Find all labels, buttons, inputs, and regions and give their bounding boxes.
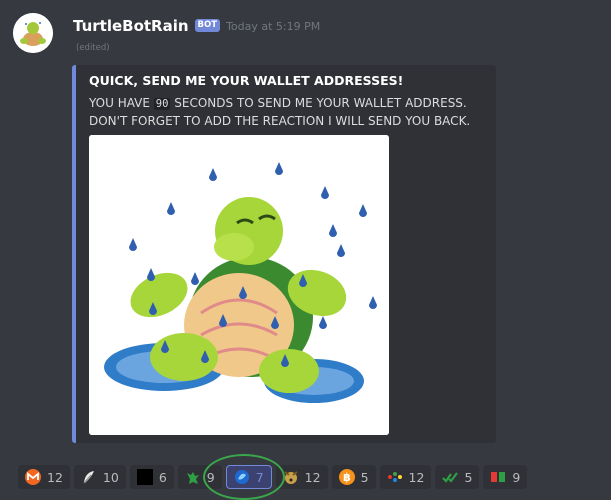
desc-text: YOU HAVE bbox=[89, 96, 154, 110]
reaction-green-creature[interactable]: 9 bbox=[177, 465, 222, 489]
colored-dots-icon bbox=[387, 472, 402, 482]
black-square-icon bbox=[136, 469, 153, 485]
turtle-avatar-icon bbox=[13, 13, 53, 53]
reaction-blue-coin[interactable]: 7 bbox=[225, 465, 272, 489]
green-check-icon bbox=[442, 472, 459, 483]
rain-turtle-icon bbox=[89, 135, 389, 435]
reaction-count: 12 bbox=[304, 469, 321, 485]
embed-image[interactable] bbox=[89, 135, 389, 435]
blue-coin-icon bbox=[234, 470, 249, 484]
avatar[interactable] bbox=[13, 13, 53, 53]
desc-text: DON'T FORGET TO ADD THE REACTION I WILL … bbox=[89, 114, 471, 128]
reaction-monero[interactable]: 12 bbox=[18, 465, 70, 489]
embed-title: QUICK, SEND ME YOUR WALLET ADDRESSES! bbox=[89, 73, 404, 88]
reaction-count: 5 bbox=[360, 469, 369, 485]
reaction-count: 6 bbox=[158, 469, 167, 485]
reaction-count: 12 bbox=[47, 469, 63, 485]
reaction-count: 10 bbox=[102, 469, 119, 485]
bitcoin-icon: ฿ bbox=[338, 469, 355, 485]
reaction-green-check[interactable]: 5 bbox=[435, 465, 480, 489]
feather-icon bbox=[83, 471, 94, 484]
bot-badge: BOT bbox=[194, 18, 221, 32]
reactions-bar: 12 10 6 9 7 12 ฿ 5 12 5 9 bbox=[18, 465, 528, 489]
edited-label: (edited) bbox=[76, 43, 110, 53]
message-header: TurtleBotRain BOT Today at 5:19 PM bbox=[73, 16, 320, 36]
reaction-count: 7 bbox=[255, 469, 264, 485]
reaction-black-square[interactable]: 6 bbox=[129, 465, 174, 489]
author-name[interactable]: TurtleBotRain bbox=[73, 17, 189, 35]
reaction-feather[interactable]: 10 bbox=[73, 465, 126, 489]
reaction-colored-dots[interactable]: 12 bbox=[379, 465, 432, 489]
desc-text: SECONDS TO SEND ME YOUR WALLET ADDRESS. bbox=[170, 96, 467, 110]
reaction-count: 9 bbox=[512, 469, 521, 485]
message-timestamp: Today at 5:19 PM bbox=[226, 19, 321, 33]
embed-description: YOU HAVE 90 SECONDS TO SEND ME YOUR WALL… bbox=[89, 95, 499, 130]
reaction-bitcoin[interactable]: ฿ 5 bbox=[331, 465, 376, 489]
reaction-count: 5 bbox=[464, 469, 473, 485]
reaction-count: 12 bbox=[408, 469, 425, 485]
reaction-dog[interactable]: 12 bbox=[275, 465, 328, 489]
reaction-red-green[interactable]: 9 bbox=[483, 465, 528, 489]
inline-code: 90 bbox=[153, 98, 171, 110]
reaction-count: 9 bbox=[206, 469, 215, 485]
monero-icon bbox=[25, 469, 41, 485]
dog-icon bbox=[284, 471, 298, 484]
green-creature-icon bbox=[186, 472, 199, 484]
red-green-icon bbox=[491, 472, 506, 482]
message-embed: QUICK, SEND ME YOUR WALLET ADDRESSES! YO… bbox=[72, 65, 496, 443]
svg-text:฿: ฿ bbox=[343, 471, 351, 484]
